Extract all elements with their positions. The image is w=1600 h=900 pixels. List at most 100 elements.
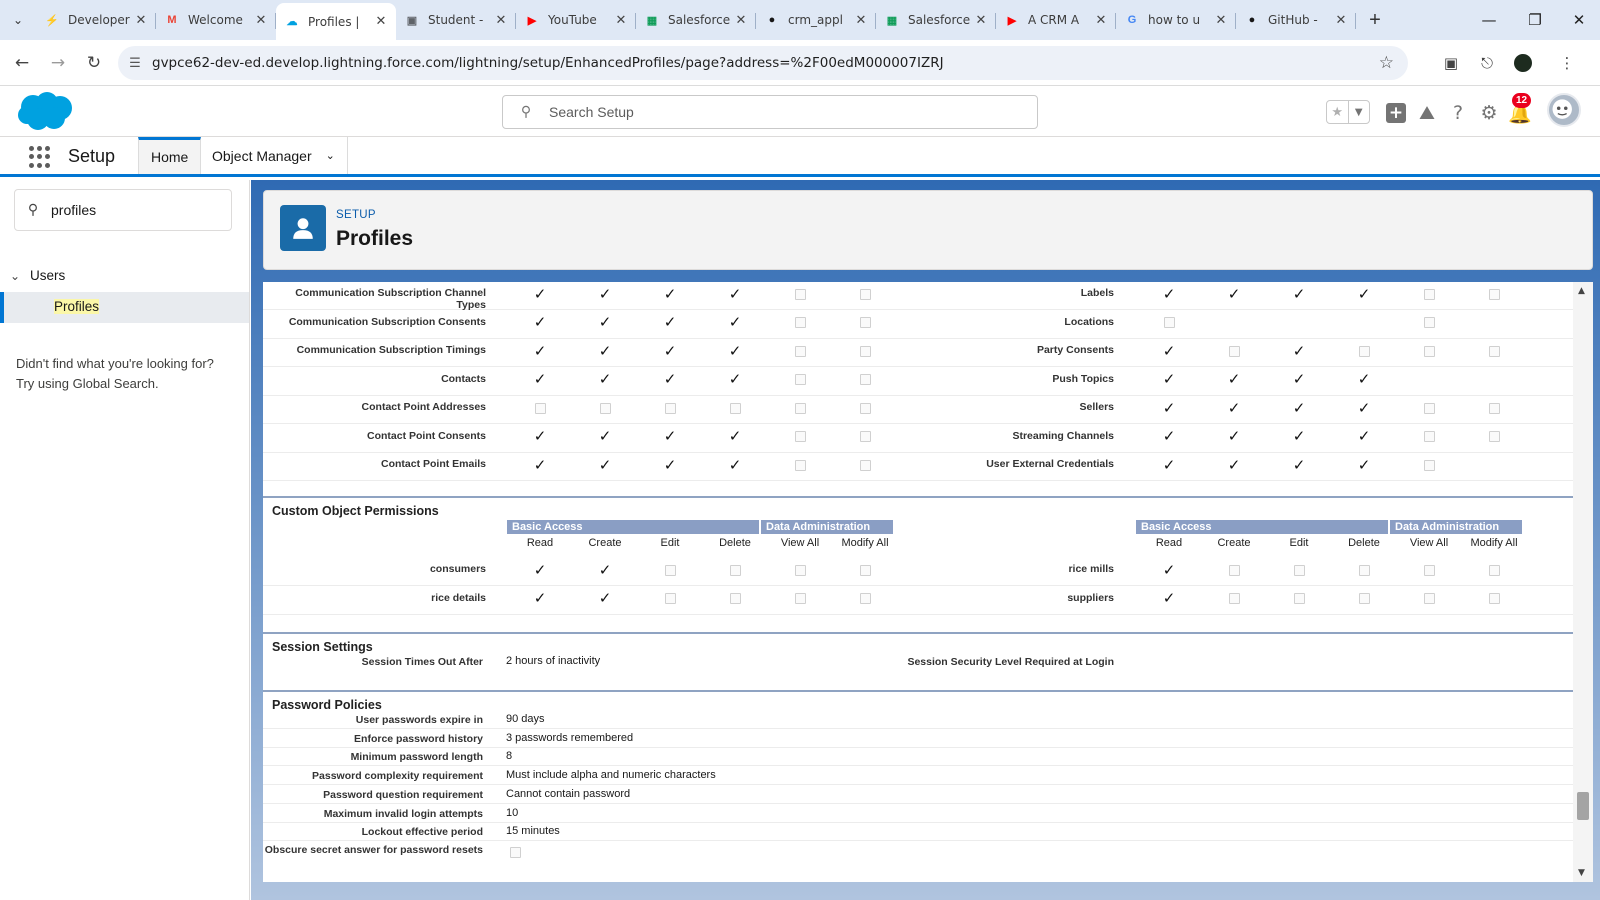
close-tab-icon[interactable]: ✕ <box>1094 13 1108 28</box>
search-icon: ⚲ <box>520 104 532 120</box>
checkmark-glyph: ✓ <box>1357 455 1371 474</box>
bookmark-star-icon[interactable]: ☆ <box>1379 53 1394 73</box>
object-name: Sellers <box>1079 401 1114 413</box>
setup-context-nav: Setup Home Object Manager ⌄ <box>0 137 1600 177</box>
checkmark-icon: ✓ <box>533 429 547 444</box>
browser-tab[interactable]: ▦ Salesforce ✕ <box>876 3 996 37</box>
search-placeholder: Search Setup <box>549 104 634 120</box>
no-permission-cell <box>1227 316 1241 330</box>
minimize-icon[interactable]: — <box>1466 0 1512 40</box>
user-icon <box>293 218 313 239</box>
checkmark-glyph: ✓ <box>598 341 612 360</box>
extensions-icon[interactable]: ⎋ <box>1476 52 1498 74</box>
new-tab-button[interactable]: + <box>1360 3 1390 37</box>
browser-tab[interactable]: M Welcome ✕ <box>156 3 276 37</box>
browser-tab[interactable]: ● crm_appl ✕ <box>756 3 876 37</box>
empty-checkbox <box>663 592 677 606</box>
browser-tab[interactable]: ▣ Student - ✕ <box>396 3 516 37</box>
user-avatar[interactable] <box>1547 93 1581 127</box>
favorites-star-icon[interactable]: ★ <box>1327 101 1348 123</box>
quick-find-input[interactable]: ⚲ profiles <box>14 189 232 231</box>
content-scrollbar[interactable]: ▲ ▼ <box>1573 282 1593 882</box>
no-permission-cell <box>1487 458 1501 472</box>
global-actions-icon[interactable]: + <box>1384 101 1408 125</box>
app-launcher-icon[interactable] <box>29 146 51 168</box>
browser-tab[interactable]: ● GitHub - ✕ <box>1236 3 1356 37</box>
checkbox-square <box>1488 431 1500 442</box>
policy-value: Must include alpha and numeric character… <box>506 769 716 782</box>
column-header: Delete <box>719 537 751 549</box>
restore-icon[interactable]: ❐ <box>1512 0 1558 40</box>
object-name: Communication Subscription Timings <box>296 344 486 356</box>
cast-icon[interactable]: ▣ <box>1440 52 1462 74</box>
close-tab-icon[interactable]: ✕ <box>494 13 508 28</box>
checkmark-glyph: ✓ <box>728 370 742 388</box>
url-text: gvpce62-dev-ed.develop.lightning.force.c… <box>152 55 944 71</box>
scroll-up-icon[interactable]: ▲ <box>1578 286 1585 296</box>
scrollbar-thumb[interactable] <box>1577 792 1589 820</box>
profile-icon[interactable] <box>1512 52 1534 74</box>
column-header: Modify All <box>1470 537 1518 549</box>
close-tab-icon[interactable]: ✕ <box>374 14 388 29</box>
browser-tab[interactable]: ⚡ Developer ✕ <box>36 3 156 37</box>
chevron-down-icon[interactable]: ⌄ <box>326 149 335 162</box>
scroll-down-icon[interactable]: ▼ <box>1578 868 1585 878</box>
nav-tab-object-manager[interactable]: Object Manager ⌄ <box>200 137 348 174</box>
close-tab-icon[interactable]: ✕ <box>134 13 148 28</box>
close-tab-icon[interactable]: ✕ <box>1334 13 1348 28</box>
browser-tab[interactable]: Ghow to u ✕ <box>1116 3 1236 37</box>
checkbox-square <box>729 402 741 414</box>
trailhead-icon[interactable]: ⛰ <box>1415 101 1439 125</box>
checkbox-square <box>794 459 806 471</box>
browser-tab-title: crm_appl <box>788 13 843 27</box>
browser-tab[interactable]: ☁ Profiles | ✕ <box>276 3 396 40</box>
close-window-icon[interactable]: ✕ <box>1556 0 1600 40</box>
close-tab-icon[interactable]: ✕ <box>854 13 868 28</box>
breadcrumb[interactable]: SETUP <box>336 209 376 221</box>
back-icon[interactable]: ← <box>10 51 34 75</box>
forward-icon[interactable]: → <box>46 51 70 75</box>
chevron-down-icon[interactable]: ⌄ <box>10 269 30 283</box>
close-tab-icon[interactable]: ✕ <box>974 13 988 28</box>
nav-tab-home[interactable]: Home <box>138 137 202 174</box>
browser-tab[interactable]: ▦ Salesforce ✕ <box>636 3 756 37</box>
checkmark-glyph: ✓ <box>598 370 612 388</box>
site-settings-icon[interactable]: ☰ <box>118 56 152 71</box>
omnibox[interactable]: ☰ gvpce62-dev-ed.develop.lightning.force… <box>118 46 1408 80</box>
checkmark-icon: ✓ <box>1162 560 1176 579</box>
close-tab-icon[interactable]: ✕ <box>734 13 748 28</box>
help-icon[interactable]: ? <box>1446 101 1470 125</box>
empty-checkbox <box>858 316 872 330</box>
empty-checkbox <box>1227 344 1241 358</box>
close-tab-icon[interactable]: ✕ <box>1214 13 1228 28</box>
tab-search-chevron-icon[interactable]: ⌄ <box>0 0 36 40</box>
table-row: Communication Subscription Consents ✓ ✓ ✓ ✓ L… <box>263 311 1573 339</box>
nav-tab-object-manager-label: Object Manager <box>212 147 312 164</box>
empty-checkbox <box>793 316 807 330</box>
checkbox-square <box>1488 593 1500 604</box>
salesforce-logo-icon[interactable] <box>16 90 74 132</box>
browser-tab[interactable]: ▶ A CRM A ✕ <box>996 3 1116 37</box>
checkmark-glyph: ✓ <box>1227 370 1241 388</box>
favorites-button-group[interactable]: ★ ▼ <box>1326 100 1370 124</box>
checkmark-icon: ✓ <box>1162 286 1176 301</box>
browser-menu-icon[interactable]: ⋮ <box>1556 52 1578 74</box>
tree-node-users[interactable]: ⌄ Users <box>10 268 65 283</box>
favorites-dropdown-icon[interactable]: ▼ <box>1347 101 1370 123</box>
reload-icon[interactable]: ↻ <box>82 51 106 75</box>
session-timeout-row: Session Times Out After 2 hours of inact… <box>263 652 1573 671</box>
empty-checkbox <box>1422 344 1436 358</box>
checkmark-glyph: ✓ <box>1162 560 1176 579</box>
setup-gear-icon[interactable]: ⚙ <box>1477 101 1501 125</box>
checkmark-glyph: ✓ <box>533 589 547 607</box>
tree-node-profiles[interactable]: Profiles <box>0 292 249 323</box>
close-tab-icon[interactable]: ✕ <box>614 13 628 28</box>
checkmark-icon: ✓ <box>1162 591 1176 606</box>
browser-tab-strip: ⌄ ⚡ Developer ✕ M Welcome ✕ ☁ Profiles | ✕ ▣ Stude… <box>0 0 1600 40</box>
search-setup-input[interactable]: ⚲ Search Setup <box>502 95 1038 129</box>
browser-tab[interactable]: ▶ YouTube ✕ <box>516 3 636 37</box>
close-tab-icon[interactable]: ✕ <box>254 13 268 28</box>
password-policy-row: User passwords expire in 90 days <box>263 710 1573 729</box>
empty-checkbox <box>1292 592 1306 606</box>
session-timeout-value: 2 hours of inactivity <box>506 655 601 667</box>
